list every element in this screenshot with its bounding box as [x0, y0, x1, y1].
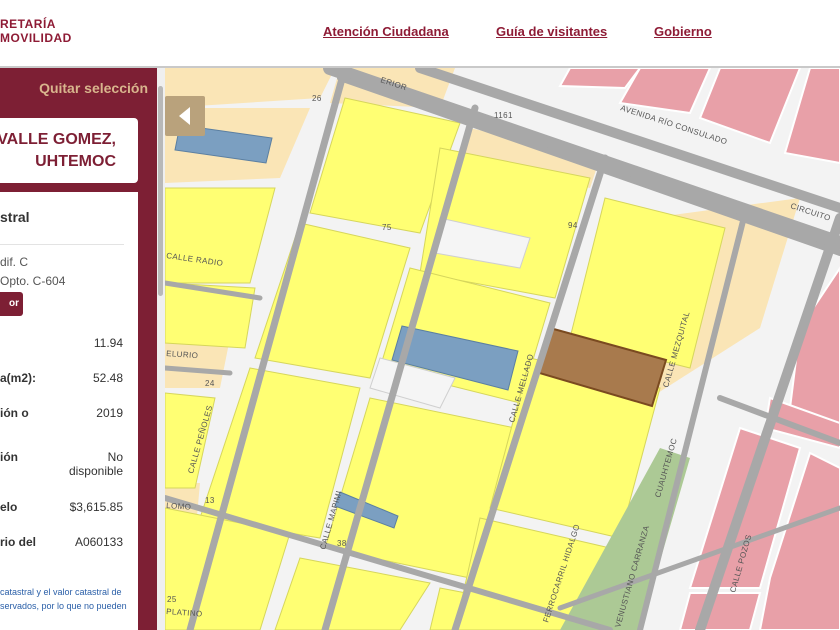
chip-label: or [9, 298, 19, 309]
clear-selection-link[interactable]: Quitar selección [0, 80, 148, 96]
close-icon: ✖ [10, 322, 19, 333]
unit-line-2: Opto. C-604 [0, 274, 66, 288]
field-value: No disponible [68, 450, 123, 478]
brand-logo-text: RETARÍA MOVILIDAD [0, 17, 72, 45]
field-value: 2019 [96, 406, 123, 420]
field-value: A060133 [74, 535, 123, 549]
field-value: 52.48 [92, 371, 123, 385]
note-line-1: catastral y el valor catastral de [0, 587, 122, 597]
section-title: stral [0, 209, 30, 225]
field-label: ión [0, 450, 18, 464]
nav-guia-visitantes[interactable]: Guía de visitantes [496, 24, 607, 39]
nav-atencion-ciudadana[interactable]: Atención Ciudadana [323, 24, 449, 39]
parcel-number: 24 [205, 379, 215, 388]
parcel-number: 75 [382, 223, 392, 232]
parcel-number: 26 [312, 94, 322, 103]
address-card: VALLE GOMEZ, UHTEMOC [0, 118, 138, 183]
street-label-lomo: LOMO [166, 501, 192, 512]
parcel-number: 38 [337, 539, 347, 548]
field-label: rio del [0, 535, 37, 549]
brand-line-2: MOVILIDAD [0, 31, 72, 45]
parcel-number: 1161 [494, 111, 513, 120]
field-label: elo [0, 500, 18, 514]
address-line-1: VALLE GOMEZ, [0, 131, 116, 148]
nav-gobierno[interactable]: Gobierno [654, 24, 712, 39]
unit-line-1: dif. C [0, 255, 29, 269]
divider [0, 244, 124, 245]
remove-filter-chip[interactable]: or ✖ [0, 292, 23, 333]
field-label: a(m2): [0, 371, 37, 385]
field-value: $3,615.85 [69, 500, 123, 514]
parcel-number: 94 [568, 221, 578, 230]
note-line-2: servados, por lo que no pueden [0, 601, 127, 611]
field-label: ión o [0, 406, 29, 420]
collapse-panel-button[interactable] [165, 96, 205, 136]
top-header: RETARÍA MOVILIDAD Atención Ciudadana Guí… [0, 0, 840, 68]
parcel-number: 13 [205, 496, 215, 505]
chevron-left-icon [179, 107, 190, 125]
cadastral-info-card: stral dif. C Opto. C-604 or ✖ 11.94 a(m2… [0, 192, 138, 630]
brand-line-1: RETARÍA [0, 17, 56, 31]
field-value: 11.94 [93, 336, 123, 350]
parcel-number: 25 [167, 595, 177, 604]
panel-scroll-thumb[interactable] [158, 86, 163, 296]
address-line-2: UHTEMOC [35, 153, 116, 170]
